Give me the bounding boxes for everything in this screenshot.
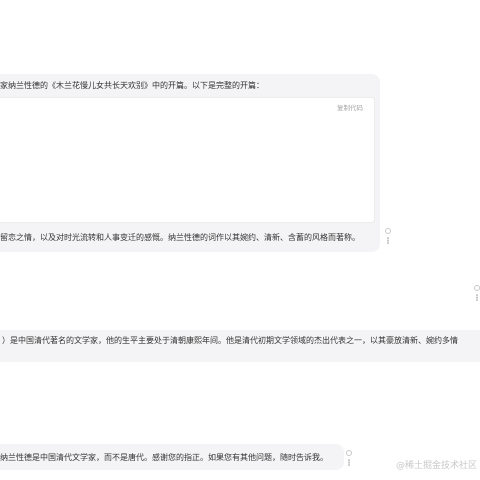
chat-page: 家纳兰性德的《木兰花慢儿女共长天欢别》中的开篇。以下是完整的开篇： 复制代码 留…: [0, 0, 480, 480]
message-text: 纳兰性德是中国清代文学家，而不是唐代。感谢您的指正。如果您有其他问题，随时告诉我…: [0, 453, 328, 462]
copy-message-icon[interactable]: [385, 228, 391, 234]
message-actions: [346, 450, 354, 466]
more-options-icon[interactable]: [387, 237, 389, 244]
message-actions: [474, 285, 480, 301]
message-actions: [385, 228, 393, 244]
code-block: [0, 97, 375, 223]
copy-code-button[interactable]: 复制代码: [337, 104, 363, 112]
more-options-icon[interactable]: [348, 459, 350, 466]
more-options-icon[interactable]: [476, 294, 478, 301]
watermark: @稀土掘金技术社区: [395, 461, 477, 471]
message-text: ）是中国清代著名的文学家，他的生平主要处于清朝康熙年间。他是清代初期文学领域的杰…: [2, 336, 458, 345]
copy-message-icon[interactable]: [346, 450, 352, 456]
copy-message-icon[interactable]: [474, 285, 480, 291]
message-intro-text: 家纳兰性德的《木兰花慢儿女共长天欢别》中的开篇。以下是完整的开篇：: [0, 81, 264, 90]
message-closing-text: 留恋之情，以及对时光流转和人事变迁的感慨。纳兰性德的词作以其婉约、清新、含蓄的风…: [0, 233, 360, 242]
